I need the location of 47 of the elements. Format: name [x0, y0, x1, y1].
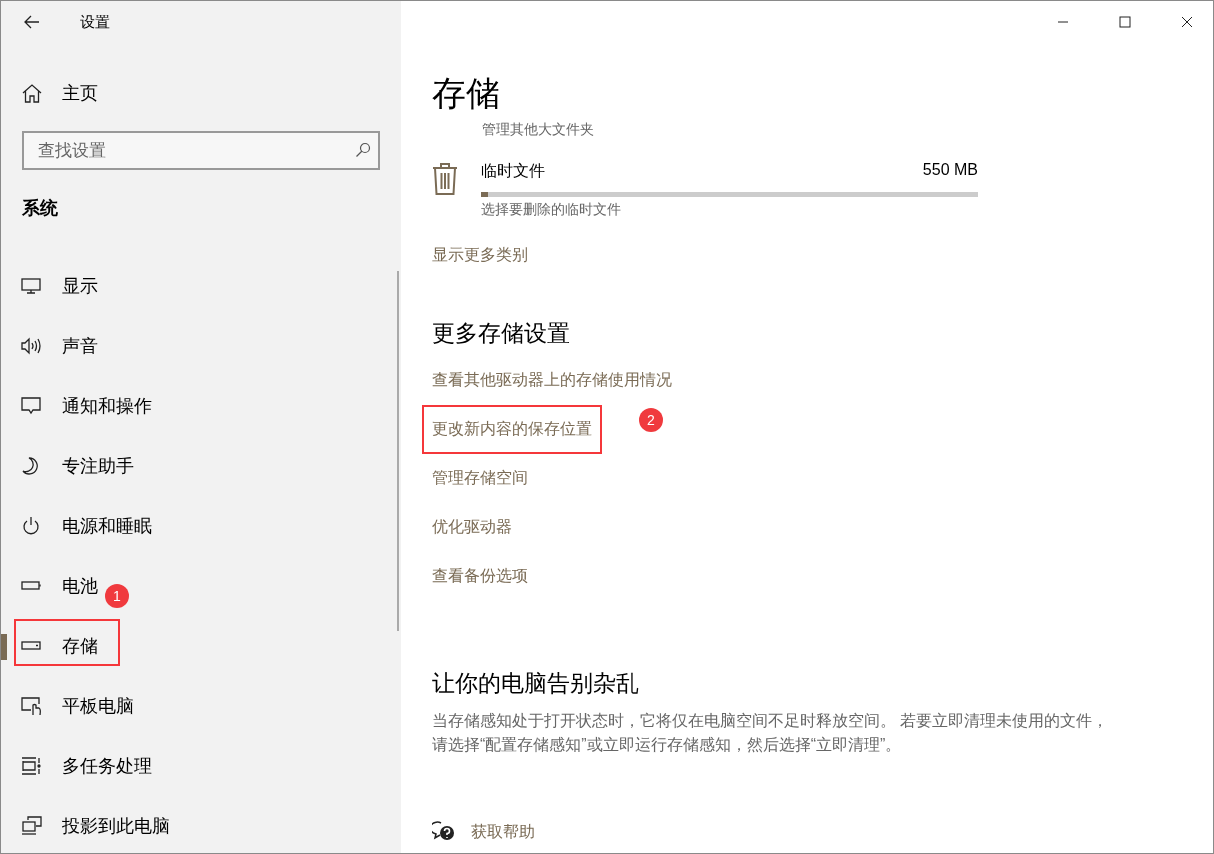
sidebar-item[interactable]: 通知和操作 [1, 376, 152, 436]
sidebar-item[interactable]: 专注助手 [1, 436, 134, 496]
tablet-touch-icon [21, 696, 43, 716]
sidebar-item[interactable]: 多任务处理 [1, 736, 152, 796]
step-badge: 1 [105, 584, 129, 608]
multitask-icon [21, 756, 43, 776]
trash-icon [432, 163, 458, 195]
projector-screen-icon [21, 816, 43, 836]
description-text: 请选择“配置存储感知”或立即运行存储感知，然后选择“立即清理”。 [432, 735, 903, 755]
scrollbar[interactable] [397, 271, 399, 631]
settings-link[interactable]: 管理存储空间 [432, 468, 528, 489]
sidebar-item[interactable]: 电池 [1, 556, 101, 616]
help-chat-icon [432, 821, 456, 843]
sidebar-item[interactable]: 电源和睡眠 [1, 496, 152, 556]
category-size: 550 MB [922, 161, 978, 180]
monitor-icon [21, 276, 43, 296]
show-more-link[interactable]: 显示更多类别 [432, 245, 528, 266]
section-heading: 让你的电脑告别杂乱 [432, 669, 639, 698]
window-title: 设置 [80, 12, 110, 32]
sidebar-item[interactable]: 存储 [1, 616, 101, 676]
speaker-icon [21, 336, 43, 356]
section-heading: 更多存储设置 [432, 319, 570, 348]
section-heading: 系统 [22, 197, 58, 220]
settings-link[interactable]: 优化驱动器 [432, 517, 512, 538]
sidebar-item[interactable]: 投影到此电脑 [1, 796, 170, 853]
settings-link[interactable]: 查看备份选项 [432, 566, 528, 587]
page-title: 存储 [432, 73, 500, 114]
settings-link[interactable]: 更改新内容的保存位置 [424, 407, 600, 452]
search-icon [355, 142, 371, 158]
sidebar-item[interactable]: 声音 [1, 316, 101, 376]
category-description: 选择要删除的临时文件 [481, 201, 622, 219]
close-icon[interactable] [1181, 16, 1193, 28]
home-item[interactable]: 主页 [22, 72, 142, 114]
speech-bubble-icon [21, 396, 43, 416]
help-link[interactable]: 获取帮助 [471, 821, 535, 843]
folder-link[interactable]: 管理其他大文件夹 [482, 121, 594, 139]
step-badge: 2 [639, 408, 663, 432]
selection-indicator [1, 634, 7, 660]
description-text: 当存储感知处于打开状态时，它将仅在电脑空间不足时释放空间。 若要立即清理未使用的文件， [432, 711, 1109, 731]
settings-link[interactable]: 查看其他驱动器上的存储使用情况 [432, 370, 672, 391]
category-name[interactable]: 临时文件 [481, 161, 545, 182]
search-field[interactable]: 查找设置 [22, 131, 380, 170]
sidebar-item[interactable]: 平板电脑 [1, 676, 134, 736]
back-icon[interactable] [24, 15, 40, 29]
home-icon [22, 83, 42, 103]
maximize-icon[interactable] [1119, 16, 1131, 28]
sidebar-item[interactable]: 显示 [1, 256, 101, 316]
